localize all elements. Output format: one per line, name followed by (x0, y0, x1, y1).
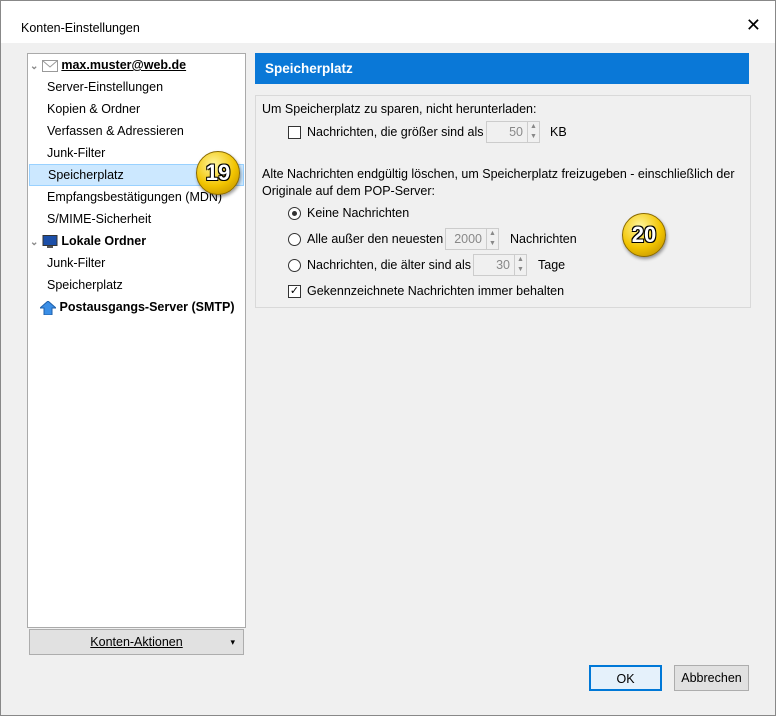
title-bar: Konten-Einstellungen ✕ (1, 1, 775, 43)
close-icon[interactable]: ✕ (746, 15, 761, 36)
tree-item-composition[interactable]: Verfassen & Adressieren (47, 120, 184, 142)
spinner-arrows-icon[interactable]: ▲ ▼ (527, 122, 539, 142)
panel-header: Speicherplatz (255, 53, 749, 84)
radio-keep-newest[interactable] (288, 233, 301, 246)
tree-item-local-junk-filter[interactable]: Junk-Filter (47, 252, 105, 274)
annotation-badge-19: 19 (196, 151, 240, 195)
size-limit-checkbox[interactable] (288, 126, 301, 139)
older-than-spinner[interactable]: 30 ▲ ▼ (473, 254, 527, 276)
chevron-down-icon[interactable]: ⌄ (30, 237, 38, 248)
account-actions-button[interactable]: Konten-Aktionen ▾ (29, 629, 244, 655)
tree-item-server-settings[interactable]: Server-Einstellungen (47, 76, 163, 98)
keep-newest-unit: Nachrichten (510, 232, 577, 246)
window-title: Konten-Einstellungen (21, 21, 140, 35)
tree-item-junk-filter[interactable]: Junk-Filter (47, 142, 105, 164)
tree-item-local-disk-space[interactable]: Speicherplatz (47, 274, 123, 296)
outgoing-server-icon (40, 300, 56, 315)
keep-newest-spinner[interactable]: 2000 ▲ ▼ (445, 228, 499, 250)
account-tree: ⌄ max.muster@web.de Server-Einstellungen… (27, 53, 246, 628)
tree-item-local-folders[interactable]: ⌄ Lokale Ordner (30, 230, 146, 252)
size-unit-label: KB (550, 125, 567, 139)
keep-flagged-checkbox[interactable]: ✓ (288, 285, 301, 298)
chevron-down-icon[interactable]: ⌄ (30, 61, 38, 72)
spinner-arrows-icon[interactable]: ▲ ▼ (514, 255, 526, 275)
size-limit-spinner[interactable]: 50 ▲ ▼ (486, 121, 540, 143)
tree-item-smime[interactable]: S/MIME-Sicherheit (47, 208, 151, 230)
radio-older-than[interactable] (288, 259, 301, 272)
cancel-button[interactable]: Abbrechen (674, 665, 749, 691)
ok-button[interactable]: OK (589, 665, 662, 691)
envelope-icon (41, 59, 58, 72)
radio-no-messages[interactable] (288, 207, 301, 220)
computer-icon (42, 234, 58, 248)
size-limit-label: Nachrichten, die größer sind als (307, 125, 484, 139)
tree-item-account[interactable]: ⌄ max.muster@web.de (30, 54, 186, 76)
dropdown-arrow-icon: ▾ (230, 637, 235, 647)
tree-item-receipts[interactable]: Empfangsbestätigungen (MDN) (47, 186, 222, 208)
annotation-badge-20: 20 (622, 213, 666, 257)
tree-item-smtp[interactable]: Postausgangs-Server (SMTP) (40, 296, 235, 318)
delete-label: Alte Nachrichten endgültig löschen, um S… (262, 167, 735, 198)
radio-older-than-label: Nachrichten, die älter sind als (307, 258, 471, 272)
account-settings-dialog: Konten-Einstellungen ✕ ⌄ max.muster@web.… (0, 0, 776, 716)
spinner-arrows-icon[interactable]: ▲ ▼ (486, 229, 498, 249)
download-label: Um Speicherplatz zu sparen, nicht herunt… (262, 102, 537, 116)
radio-keep-newest-label: Alle außer den neuesten (307, 232, 444, 246)
disk-space-group: Um Speicherplatz zu sparen, nicht herunt… (255, 95, 751, 308)
older-than-unit: Tage (538, 258, 566, 272)
keep-flagged-label: Gekennzeichnete Nachrichten immer behalt… (307, 284, 565, 298)
radio-no-messages-label: Keine Nachrichten (307, 206, 410, 220)
tree-item-copies-folders[interactable]: Kopien & Ordner (47, 98, 140, 120)
